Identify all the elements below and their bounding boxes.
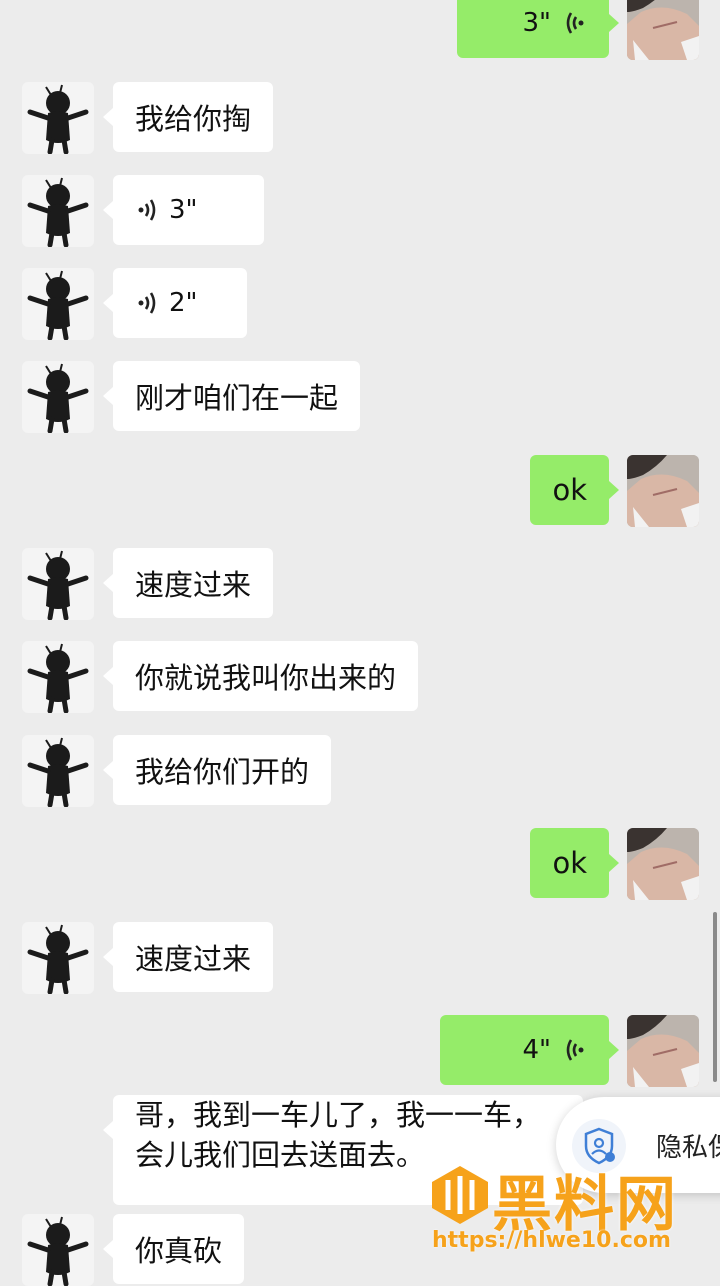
scrollbar[interactable] [713, 912, 717, 1082]
text-message-bubble[interactable]: ok [530, 828, 619, 898]
contact-avatar[interactable] [22, 922, 94, 994]
voice-wave-icon [138, 292, 156, 314]
voice-duration: 3" [522, 8, 551, 38]
voice-wave-icon [138, 199, 156, 221]
contact-avatar[interactable] [22, 1214, 94, 1286]
message-line: 哥，我到一车儿了，我一一车， [135, 1098, 542, 1132]
contact-avatar[interactable] [22, 641, 94, 713]
contact-avatar[interactable] [22, 82, 94, 154]
voice-duration: 3" [169, 195, 198, 225]
text-message-bubble[interactable]: 速度过来 [102, 548, 274, 618]
watermark-logo-icon [432, 1166, 488, 1224]
my-avatar[interactable] [627, 0, 699, 60]
text-message-bubble[interactable]: 你就说我叫你出来的 [102, 641, 419, 711]
text-message-bubble[interactable]: 刚才咱们在一起 [102, 361, 361, 431]
my-avatar[interactable] [627, 455, 699, 527]
voice-message-bubble[interactable]: 3" [457, 0, 619, 58]
voice-message-bubble[interactable]: 4" [440, 1015, 619, 1085]
watermark-url: https://hlwe10.com [432, 1228, 671, 1253]
text-message-bubble[interactable]: 速度过来 [102, 922, 274, 992]
contact-avatar[interactable] [22, 361, 94, 433]
my-avatar[interactable] [627, 828, 699, 900]
my-avatar[interactable] [627, 1015, 699, 1087]
voice-wave-icon [566, 1039, 584, 1061]
contact-avatar[interactable] [22, 175, 94, 247]
voice-message-bubble[interactable]: 2" [103, 268, 247, 338]
watermark: 黑料网 https://hlwe10.com [430, 1160, 720, 1280]
contact-avatar[interactable] [22, 548, 94, 620]
text-message-bubble[interactable]: 我给你掏 [102, 82, 274, 152]
voice-wave-icon [566, 12, 584, 34]
text-message-bubble[interactable]: ok [530, 455, 619, 525]
text-message-bubble[interactable]: 你真砍 [102, 1214, 245, 1284]
contact-avatar[interactable] [22, 735, 94, 807]
voice-message-bubble[interactable]: 3" [103, 175, 264, 245]
text-message-bubble[interactable]: 我给你们开的 [102, 735, 332, 805]
voice-duration: 2" [169, 288, 198, 318]
contact-avatar[interactable] [22, 268, 94, 340]
voice-duration: 4" [522, 1035, 551, 1065]
